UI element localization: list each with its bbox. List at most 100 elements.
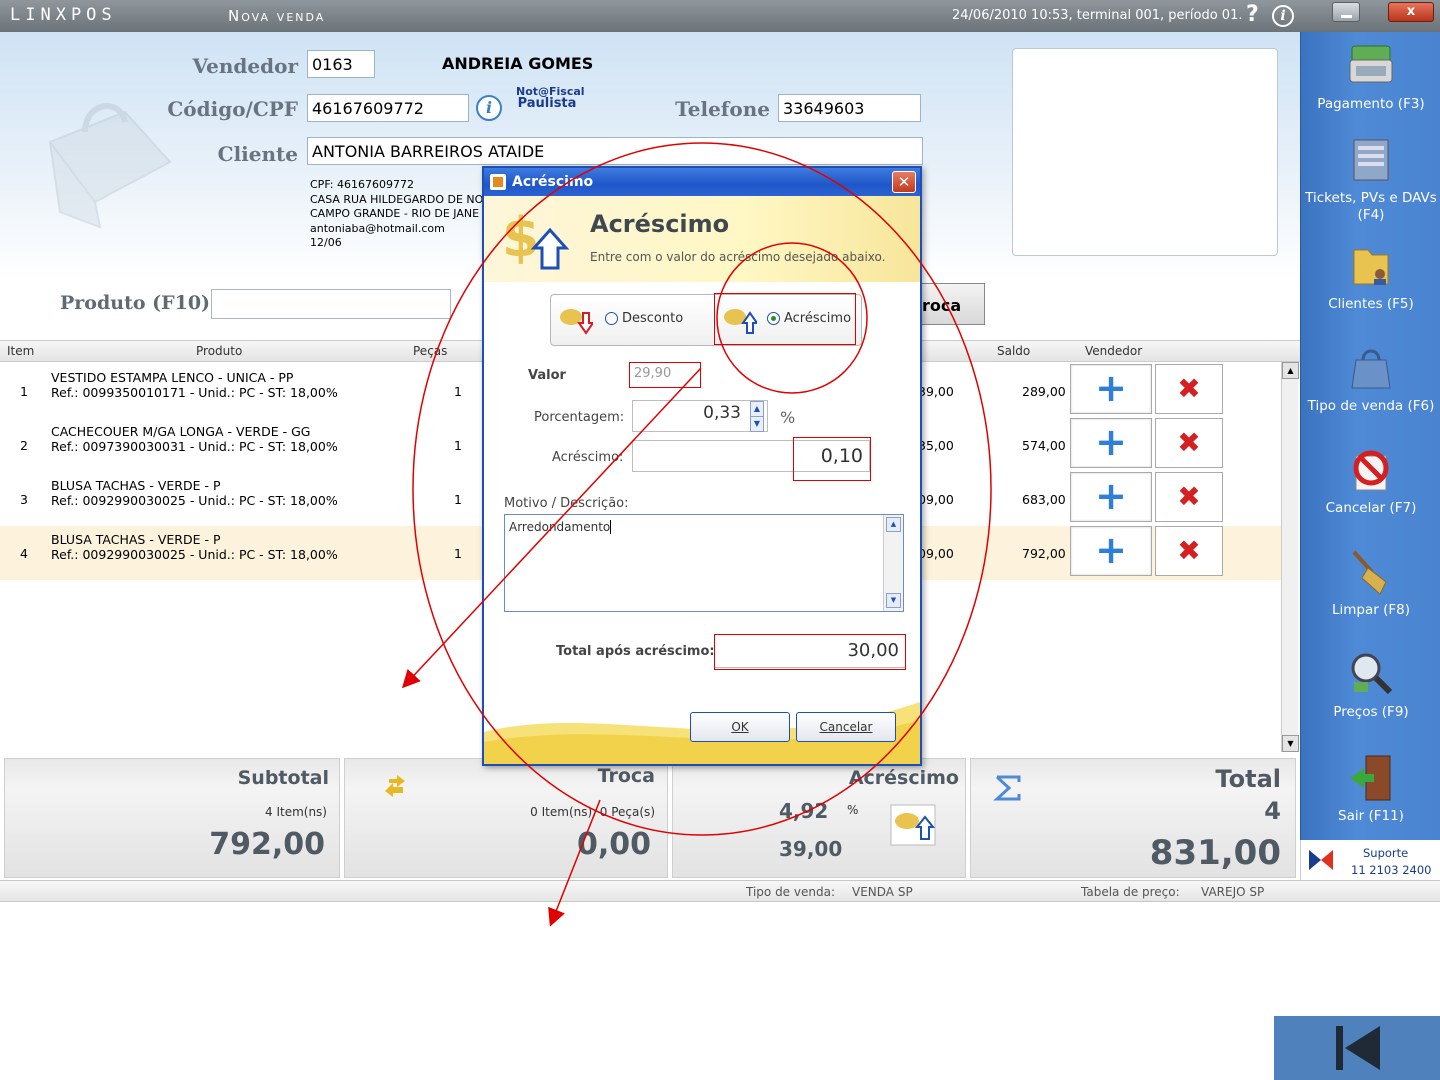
motivo-textarea[interactable]: Arredondamento ▲ ▼: [504, 514, 904, 612]
row-saldo: 683,00: [1022, 492, 1066, 507]
subtotal-items: 4 Item(ns): [265, 805, 327, 819]
motivo-scrollbar[interactable]: ▲ ▼: [883, 515, 903, 611]
annotation-box-acrescimo: [714, 293, 856, 345]
porcentagem-field[interactable]: 0,33: [632, 400, 768, 432]
radio-desconto[interactable]: Desconto: [551, 295, 707, 345]
col-pecas: Peças: [413, 344, 448, 358]
window-title: Nova venda: [228, 7, 326, 25]
tipo-venda-label: Tipo de venda:: [746, 885, 835, 899]
shopping-bag-icon: [1351, 349, 1391, 389]
tabela-preco-label: Tabela de preço:: [1081, 885, 1180, 899]
acrescimo-percent: 4,92: [779, 799, 829, 823]
dialog-title: Acréscimo: [512, 174, 594, 190]
delete-item-button[interactable]: ✖: [1155, 472, 1223, 522]
row-description: CACHECOUER M/GA LONGA - VERDE - GG Ref.:…: [51, 424, 338, 454]
scroll-down-arrow-icon[interactable]: ▼: [1282, 735, 1299, 752]
sidebar-item-label: Sair (F11): [1338, 808, 1404, 824]
money-up-icon[interactable]: [889, 803, 937, 847]
help-button[interactable]: ?: [1246, 2, 1259, 27]
close-window-button[interactable]: x: [1388, 2, 1434, 22]
row-product-name: BLUSA TACHAS - VERDE - P: [51, 532, 221, 547]
valor-label: Valor: [528, 368, 566, 383]
row-pecas: 1: [454, 546, 462, 561]
troca-title: Troca: [597, 765, 655, 787]
subtotal-value: 792,00: [209, 827, 325, 862]
pos-app: LINXPOS Nova venda 24/06/2010 10:53, ter…: [0, 0, 1440, 1080]
cancel-icon: [1353, 450, 1389, 491]
telefone-field[interactable]: 33649603: [778, 94, 921, 122]
delete-item-button[interactable]: ✖: [1155, 418, 1223, 468]
table-scrollbar[interactable]: ▲ ▼: [1281, 362, 1299, 752]
motivo-label: Motivo / Descrição:: [504, 496, 629, 511]
acrescimo-title: Acréscimo: [848, 767, 959, 789]
add-vendor-button[interactable]: +: [1070, 364, 1152, 414]
produto-input[interactable]: [211, 289, 451, 319]
add-vendor-button[interactable]: +: [1070, 472, 1152, 522]
clients-folder-icon: [1353, 249, 1389, 285]
exit-door-icon: [1350, 755, 1391, 801]
motivo-scroll-down-icon[interactable]: ▼: [886, 593, 901, 608]
action-sidebar: Pagamento (F3) Tickets, PVs e DAVs (F4) …: [1300, 32, 1440, 880]
ok-button[interactable]: OK: [690, 712, 790, 742]
row-saldo: 289,00: [1022, 384, 1066, 399]
row-description: BLUSA TACHAS - VERDE - P Ref.: 009299003…: [51, 478, 338, 508]
total-value: 831,00: [1149, 833, 1281, 873]
sidebar-item-pagamento[interactable]: Pagamento (F3): [1301, 42, 1440, 113]
acrescimo-value: 39,00: [779, 837, 843, 861]
sidebar-item-label: Pagamento (F3): [1317, 96, 1425, 112]
spin-down-arrow-icon[interactable]: ▼: [750, 416, 764, 432]
delete-item-button[interactable]: ✖: [1155, 364, 1223, 414]
add-vendor-button[interactable]: +: [1070, 418, 1152, 468]
sidebar-item-clientes[interactable]: Clientes (F5): [1301, 242, 1440, 313]
dialog-heading: Acréscimo: [590, 210, 730, 238]
spin-up-arrow-icon[interactable]: ▲: [750, 401, 764, 417]
percent-sign: %: [780, 408, 796, 427]
sidebar-item-tickets[interactable]: Tickets, PVs e DAVs (F4): [1301, 136, 1440, 224]
sidebar-item-sair[interactable]: Sair (F11): [1301, 754, 1440, 825]
info-button[interactable]: i: [1272, 5, 1294, 27]
cancel-button[interactable]: Cancelar: [796, 712, 896, 742]
sidebar-item-label: Preços (F9): [1333, 704, 1409, 720]
title-bar: LINXPOS Nova venda 24/06/2010 10:53, ter…: [0, 0, 1440, 32]
sidebar-item-label: Tipo de venda (F6): [1307, 398, 1435, 414]
sidebar-item-precos[interactable]: Preços (F9): [1301, 650, 1440, 721]
produto-label: Produto (F10): [60, 292, 211, 314]
svg-text:$: $: [502, 206, 540, 269]
telefone-label: Telefone: [675, 97, 770, 121]
scroll-up-arrow-icon[interactable]: ▲: [1282, 362, 1299, 379]
delete-item-button[interactable]: ✖: [1155, 526, 1223, 576]
row-product-ref: Ref.: 0092990030025 - Unid.: PC - ST: 18…: [51, 493, 338, 508]
client-city: CAMPO GRANDE - RIO DE JANE: [310, 207, 480, 220]
acrescimo-percent-sign: %: [847, 803, 859, 817]
dialog-close-button[interactable]: ✕: [892, 171, 916, 193]
sidebar-item-tipo-venda[interactable]: Tipo de venda (F6): [1301, 344, 1440, 415]
motivo-scroll-up-icon[interactable]: ▲: [886, 517, 901, 532]
back-nav-button[interactable]: [1274, 1016, 1440, 1080]
dialog-app-icon: [490, 174, 506, 190]
app-logo: LINXPOS: [10, 5, 117, 25]
vendedor-code-field[interactable]: 0163: [307, 50, 375, 78]
troca-items: 0 Item(ns), 0 Peça(s): [530, 805, 655, 819]
row-total: 09,00: [918, 546, 954, 561]
sidebar-item-limpar[interactable]: Limpar (F8): [1301, 548, 1440, 619]
minimize-button[interactable]: [1332, 2, 1360, 22]
support-info[interactable]: Suporte 11 2103 2400: [1300, 840, 1440, 880]
codigo-cpf-field[interactable]: 46167609772: [307, 94, 469, 122]
annotation-box-total: [714, 634, 906, 670]
sidebar-item-label: Tickets, PVs e DAVs (F4): [1305, 190, 1437, 223]
acrescimo-box: Acréscimo 4,92 % 39,00: [672, 758, 966, 878]
nota-logo-line2: Paulista: [517, 96, 577, 111]
row-description: VESTIDO ESTAMPA LENCO - UNICA - PP Ref.:…: [51, 370, 338, 400]
client-details: CPF: 46167609772 CASA RUA HILDEGARDO DE …: [310, 178, 483, 251]
row-pecas: 1: [454, 384, 462, 399]
col-saldo: Saldo: [997, 344, 1031, 358]
cpf-info-icon[interactable]: i: [476, 95, 502, 121]
tabela-preco-value: VAREJO SP: [1201, 885, 1265, 899]
add-vendor-button[interactable]: +: [1070, 526, 1152, 576]
row-product-name: BLUSA TACHAS - VERDE - P: [51, 478, 221, 493]
sidebar-item-cancelar[interactable]: Cancelar (F7): [1301, 446, 1440, 517]
radio-desconto-circle[interactable]: [605, 312, 618, 325]
skip-back-icon: [1336, 1026, 1380, 1070]
cliente-field[interactable]: ANTONIA BARREIROS ATAIDE: [307, 137, 923, 165]
col-vendedor: Vendedor: [1085, 344, 1143, 358]
